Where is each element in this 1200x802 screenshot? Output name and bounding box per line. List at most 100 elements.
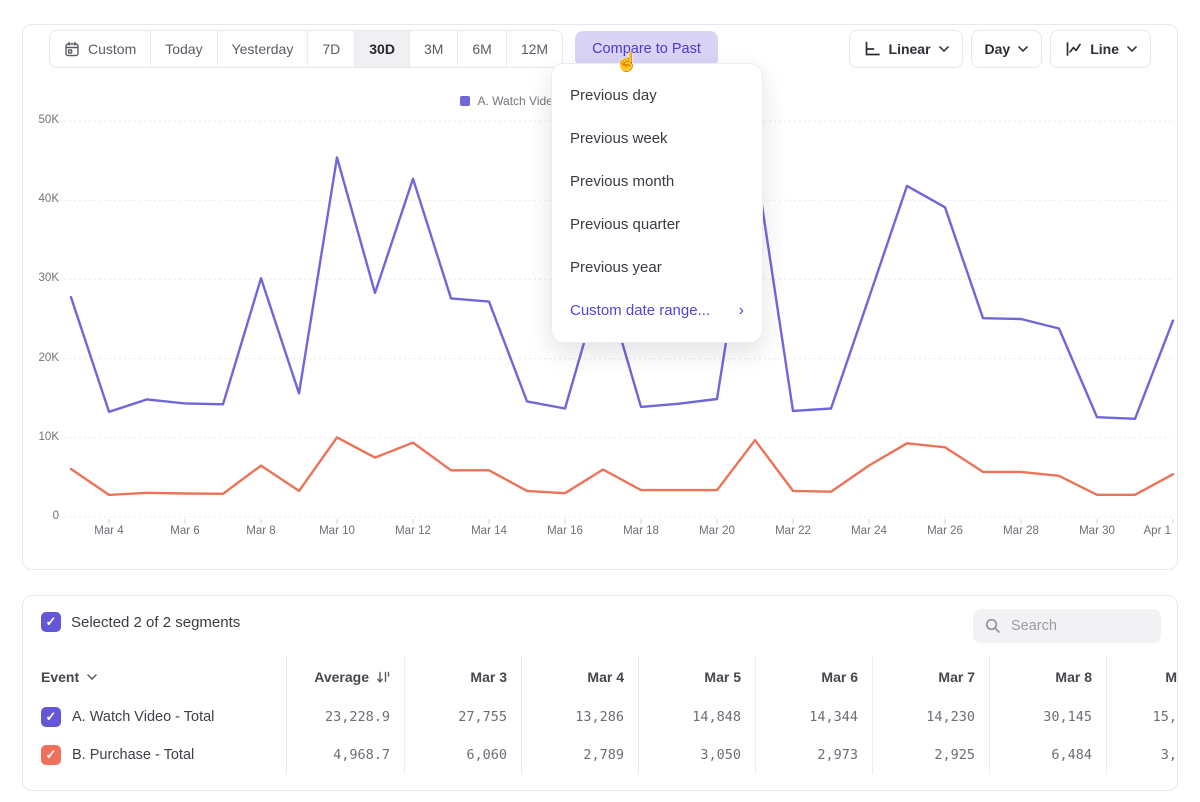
- range-30d[interactable]: 30D: [354, 31, 409, 67]
- chevron-down-icon: [87, 674, 97, 680]
- table-header-mar-8: Mar 8: [989, 656, 1106, 698]
- range-label: 6M: [472, 41, 491, 57]
- menu-item-previous-year[interactable]: Previous year: [552, 246, 762, 289]
- header-label: Average: [314, 669, 369, 685]
- table-header-average[interactable]: Average: [286, 656, 404, 698]
- x-tick-label: Mar 14: [471, 525, 507, 537]
- select-all-checkbox[interactable]: ✓: [41, 612, 61, 632]
- y-tick-label: 10K: [23, 431, 59, 443]
- search-input[interactable]: [1009, 617, 1143, 635]
- header-label: M: [1165, 669, 1177, 685]
- menu-item-previous-month[interactable]: Previous month: [552, 160, 762, 203]
- header-label: Mar 8: [1055, 669, 1092, 685]
- segment-checkbox[interactable]: ✓: [41, 745, 61, 765]
- chart-options: Linear Day Line: [849, 30, 1151, 68]
- segments-table: Event Average Mar 3 Mar 4 Mar 5 Mar 6 Mar 7 Mar…: [41, 656, 1177, 774]
- table-header-m: M: [1106, 656, 1177, 698]
- table-cell: 6,060: [404, 736, 521, 774]
- date-range-segmented: Custom Today Yesterday 7D 30D 3M 6M 12M: [49, 30, 563, 68]
- range-custom[interactable]: Custom: [50, 31, 150, 67]
- scale-label: Linear: [889, 41, 931, 57]
- chart-toolbar: Custom Today Yesterday 7D 30D 3M 6M 12M Compare…: [49, 31, 1151, 67]
- table-cell: 13,286: [521, 698, 638, 736]
- menu-item-previous-week[interactable]: Previous week: [552, 117, 762, 160]
- y-tick-label: 20K: [23, 352, 59, 364]
- range-today[interactable]: Today: [150, 31, 216, 67]
- chart-type-dropdown[interactable]: Line: [1050, 30, 1151, 68]
- x-tick-label: Mar 18: [623, 525, 659, 537]
- x-tick-label: Mar 6: [170, 525, 199, 537]
- table-cell: 27,755: [404, 698, 521, 736]
- range-label: Custom: [88, 41, 136, 57]
- table-row-label: ✓A. Watch Video - Total: [41, 698, 286, 736]
- table-cell: 3,: [1106, 736, 1177, 774]
- table-cell: 3,050: [638, 736, 755, 774]
- x-tick-label: Mar 22: [775, 525, 811, 537]
- line-chart-icon: [1064, 41, 1082, 57]
- table-cell: 14,230: [872, 698, 989, 736]
- x-tick-label: Mar 16: [547, 525, 583, 537]
- table-cell: 2,973: [755, 736, 872, 774]
- segments-card: ✓ Selected 2 of 2 segments Event Average M…: [22, 595, 1178, 791]
- sort-descending-icon: [376, 671, 390, 684]
- compare-to-past-menu: Previous dayPrevious weekPrevious monthP…: [552, 64, 762, 342]
- selected-summary: Selected 2 of 2 segments: [71, 614, 240, 631]
- chevron-down-icon: [1127, 46, 1137, 52]
- range-label: Yesterday: [232, 41, 294, 57]
- y-tick-label: 30K: [23, 272, 59, 284]
- header-label: Mar 5: [704, 669, 741, 685]
- table-cell: 14,344: [755, 698, 872, 736]
- chevron-down-icon: [939, 46, 949, 52]
- segments-header: ✓ Selected 2 of 2 segments: [41, 612, 240, 632]
- y-tick-label: 50K: [23, 114, 59, 126]
- range-label: 7D: [322, 41, 340, 57]
- search-box[interactable]: [973, 609, 1161, 643]
- x-tick-label: Mar 8: [246, 525, 275, 537]
- menu-item-previous-day[interactable]: Previous day: [552, 74, 762, 117]
- custom-date-range-label: Custom date range...: [570, 302, 710, 319]
- table-cell: 30,145: [989, 698, 1106, 736]
- x-tick-label: Mar 24: [851, 525, 887, 537]
- table-header-mar-4: Mar 4: [521, 656, 638, 698]
- table-cell: 15,: [1106, 698, 1177, 736]
- calendar-icon: [64, 41, 80, 57]
- table-header-mar-6: Mar 6: [755, 656, 872, 698]
- range-label: 3M: [424, 41, 443, 57]
- header-label: Mar 7: [938, 669, 975, 685]
- table-cell: 2,789: [521, 736, 638, 774]
- x-tick-label: Mar 20: [699, 525, 735, 537]
- menu-item-previous-quarter[interactable]: Previous quarter: [552, 203, 762, 246]
- range-label: 12M: [521, 41, 548, 57]
- chevron-right-icon: ›: [739, 303, 744, 319]
- compare-to-past-button[interactable]: Compare to Past: [575, 31, 718, 67]
- segment-checkbox[interactable]: ✓: [41, 707, 61, 727]
- legend-swatch: [460, 96, 470, 106]
- menu-item-custom-date-range[interactable]: Custom date range... ›: [552, 289, 762, 332]
- table-row-label: ✓B. Purchase - Total: [41, 736, 286, 774]
- interval-dropdown[interactable]: Day: [971, 30, 1043, 68]
- header-label: Mar 6: [821, 669, 858, 685]
- x-tick-label: Mar 30: [1079, 525, 1115, 537]
- x-tick-label: Mar 26: [927, 525, 963, 537]
- range-label: Today: [165, 41, 202, 57]
- x-tick-label: Mar 4: [94, 525, 123, 537]
- x-tick-label: Mar 10: [319, 525, 355, 537]
- table-header-event[interactable]: Event: [41, 656, 286, 698]
- header-label: Mar 3: [470, 669, 507, 685]
- range-yesterday[interactable]: Yesterday: [217, 31, 308, 67]
- x-tick-label: Mar 12: [395, 525, 431, 537]
- header-label: Mar 4: [587, 669, 624, 685]
- header-label: Event: [41, 669, 79, 685]
- chevron-down-icon: [1018, 46, 1028, 52]
- x-tick-label: Apr 1: [1144, 525, 1172, 537]
- series-line: [71, 437, 1173, 495]
- linear-axes-icon: [863, 41, 881, 57]
- range-12m[interactable]: 12M: [506, 31, 562, 67]
- range-3m[interactable]: 3M: [409, 31, 457, 67]
- range-7d[interactable]: 7D: [307, 31, 354, 67]
- search-icon: [985, 618, 1001, 634]
- y-tick-label: 40K: [23, 193, 59, 205]
- table-header-mar-5: Mar 5: [638, 656, 755, 698]
- scale-dropdown[interactable]: Linear: [849, 30, 963, 68]
- range-6m[interactable]: 6M: [457, 31, 505, 67]
